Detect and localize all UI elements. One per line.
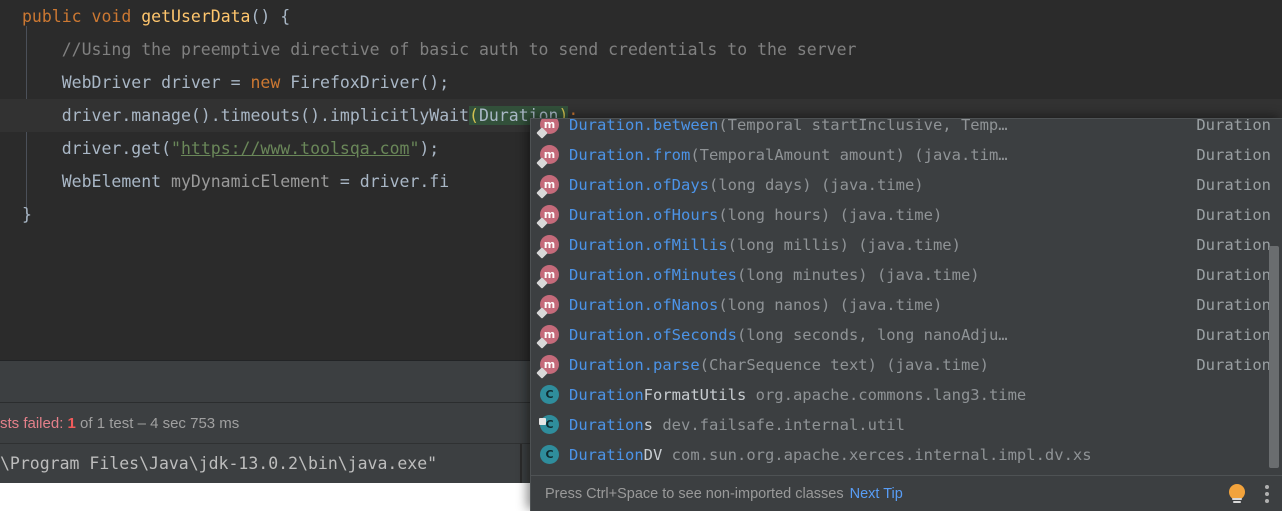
code-token: ( — [469, 106, 479, 125]
method-icon: m — [536, 324, 561, 349]
code-token: ); — [419, 139, 440, 158]
line-webdriver[interactable]: WebDriver driver = new FirefoxDriver(); — [0, 66, 1282, 99]
completion-item[interactable]: m Duration.ofMinutes(long minutes) (java.… — [531, 260, 1282, 290]
completion-item-label: Duration.ofMillis(long millis) (java.tim… — [569, 236, 961, 254]
console-output-text: \Program Files\Java\jdk-13.0.2\bin\java.… — [0, 454, 438, 473]
tests-summary-rest: of 1 test – 4 sec 753 ms — [75, 414, 240, 432]
code-completion-popup[interactable]: m Duration.between(Temporal startInclusiv… — [530, 118, 1282, 511]
completion-item-type: Duration — [1196, 119, 1271, 134]
code-token: " — [409, 139, 420, 158]
method-icon: m — [536, 234, 561, 259]
line-comment[interactable]: //Using the preemptive directive of basi… — [0, 33, 1282, 66]
code-token: getUserData — [141, 7, 251, 26]
more-options-icon[interactable] — [1265, 484, 1269, 503]
completion-item-label: Duration.ofHours(long hours) (java.time) — [569, 206, 943, 224]
completion-tip-text: Press Ctrl+Space to see non-imported cla… — [545, 485, 844, 502]
line-signature[interactable]: public void getUserData() { — [0, 0, 1282, 33]
method-icon: m — [536, 354, 561, 379]
completion-item-label: Duration.between(Temporal startInclusive… — [569, 119, 1008, 134]
completion-item-type: Duration — [1196, 176, 1271, 194]
code-token: driver.manage().timeouts().implicitlyWai… — [22, 106, 470, 125]
code-token: WebDriver driver = — [22, 73, 251, 92]
lightbulb-icon[interactable] — [1227, 483, 1247, 505]
code-token: } — [22, 205, 32, 224]
ide-screenshot: public void getUserData() { //Using the … — [0, 0, 1282, 511]
completion-item[interactable]: m Duration.between(Temporal startInclusiv… — [531, 119, 1282, 140]
code-token: new — [250, 73, 281, 92]
completion-item[interactable]: m Duration.from(TemporalAmount amount) (j… — [531, 140, 1282, 170]
next-tip-link[interactable]: Next Tip — [850, 486, 903, 502]
method-icon: m — [536, 174, 561, 199]
completion-item[interactable]: m Duration.ofSeconds(long seconds, long n… — [531, 320, 1282, 350]
completion-item-label: DurationFormatUtils org.apache.commons.l… — [569, 386, 1027, 404]
code-token: WebElement — [22, 172, 172, 191]
completion-item-label: DurationDV com.sun.org.apache.xerces.int… — [569, 446, 1092, 464]
completion-item-label: Duration.from(TemporalAmount amount) (ja… — [569, 146, 1008, 164]
code-token: = driver.fi — [329, 172, 450, 191]
method-icon: m — [536, 294, 561, 319]
tests-failed-count: 1 — [67, 414, 76, 432]
completion-item[interactable]: m Duration.ofHours(long hours) (java.time… — [531, 200, 1282, 230]
completion-item-list[interactable]: m Duration.between(Temporal startInclusiv… — [531, 119, 1282, 476]
method-icon: m — [536, 264, 561, 289]
code-token: //Using the preemptive directive of basi… — [22, 40, 857, 59]
tests-failed-label: sts failed: — [0, 414, 68, 432]
class-icon: C — [539, 414, 561, 436]
completion-item-label: Duration.parse(CharSequence text) (java.… — [569, 356, 989, 374]
method-icon: m — [536, 119, 561, 139]
code-token: () { — [250, 7, 291, 26]
completion-item[interactable]: m Duration.ofDays(long days) (java.time) D… — [531, 170, 1282, 200]
completion-item-label: Durations dev.failsafe.internal.util — [569, 416, 905, 434]
completion-item[interactable]: C Durations dev.failsafe.internal.util — [531, 410, 1282, 440]
console-right-edge — [520, 444, 522, 483]
method-icon: m — [536, 204, 561, 229]
completion-footer: Press Ctrl+Space to see non-imported cla… — [531, 475, 1282, 511]
class-icon: C — [539, 444, 561, 466]
code-token: https://www.toolsqa.com — [180, 139, 410, 158]
final-badge-icon — [539, 418, 546, 425]
code-token: driver.get( — [22, 139, 172, 158]
completion-item[interactable]: m Duration.ofNanos(long nanos) (java.time… — [531, 290, 1282, 320]
completion-scrollbar[interactable] — [1269, 246, 1279, 468]
completion-item[interactable]: m Duration.ofMillis(long millis) (java.ti… — [531, 230, 1282, 260]
method-icon: m — [536, 144, 561, 169]
completion-item[interactable]: C DurationDV com.sun.org.apache.xerces.in… — [531, 440, 1282, 470]
class-icon: C — [539, 384, 561, 406]
code-token: public void — [22, 7, 142, 26]
completion-item[interactable]: C DurationFormatUtils org.apache.commons.… — [531, 380, 1282, 410]
completion-item-label: Duration.ofSeconds(long seconds, long na… — [569, 326, 1008, 344]
completion-item-label: Duration.ofDays(long days) (java.time) — [569, 176, 924, 194]
completion-item-label: Duration.ofNanos(long nanos) (java.time) — [569, 296, 943, 314]
completion-item-label: Duration.ofMinutes(long minutes) (java.t… — [569, 266, 980, 284]
completion-item-type: Duration — [1196, 206, 1271, 224]
code-token: myDynamicElement — [171, 172, 330, 191]
code-token: " — [171, 139, 181, 158]
completion-item-type: Duration — [1196, 146, 1271, 164]
code-token: FirefoxDriver(); — [280, 73, 450, 92]
completion-item[interactable]: m Duration.parse(CharSequence text) (java… — [531, 350, 1282, 380]
